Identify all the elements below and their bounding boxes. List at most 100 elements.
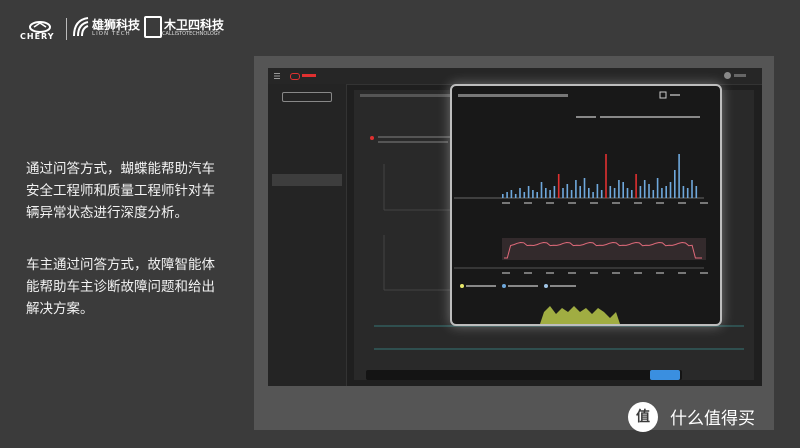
chat-input[interactable] <box>366 370 682 380</box>
lion-tech-logo-icon <box>73 17 89 37</box>
new-chat-button[interactable] <box>282 92 332 102</box>
watermark-text: 什么值得买 <box>670 409 755 429</box>
bar <box>648 184 650 198</box>
logo-divider <box>66 18 67 40</box>
bar <box>626 188 629 198</box>
bar-chart <box>454 154 704 199</box>
description-paragraph-1: 通过问答方式，蝴蝶能帮助汽车安全工程师和质量工程师针对车辆异常状态进行深度分析。 <box>26 161 215 221</box>
bar <box>514 194 517 198</box>
bar <box>596 184 599 198</box>
save-label-placeholder <box>670 94 680 96</box>
bar <box>588 188 590 198</box>
tick-label-placeholder <box>590 272 598 274</box>
tick-label-placeholder <box>634 202 642 204</box>
alert-icon <box>370 136 374 140</box>
app-logo-icon <box>290 73 300 80</box>
bar <box>506 192 508 198</box>
tick-label-placeholder <box>678 202 686 204</box>
callisto-name-en: CALLISTOTECHNOLOGY <box>162 31 221 37</box>
sidebar-item-4[interactable] <box>272 158 342 170</box>
tick-label-placeholder <box>700 202 708 204</box>
tick-label-placeholder <box>678 272 686 274</box>
legend-label-2 <box>508 285 538 287</box>
tick-label-placeholder <box>524 202 532 204</box>
bar <box>510 190 513 198</box>
tick-label-placeholder <box>524 272 532 274</box>
tick-label-placeholder <box>656 202 664 204</box>
tick-label-placeholder <box>568 272 576 274</box>
bar <box>609 186 612 198</box>
bar <box>605 154 607 198</box>
bar <box>570 190 573 198</box>
bar <box>691 180 693 198</box>
avatar[interactable] <box>724 72 731 79</box>
analysis-popup <box>450 84 722 326</box>
callisto-logo-icon <box>144 16 162 38</box>
tick-label-placeholder <box>612 202 620 204</box>
bar <box>557 174 560 198</box>
bar <box>682 186 685 198</box>
tick-label-placeholder <box>590 202 598 204</box>
bar <box>583 178 586 198</box>
tick-label-placeholder <box>612 272 620 274</box>
bar <box>540 182 543 198</box>
legend-marker-2 <box>502 284 506 288</box>
bar <box>665 186 667 198</box>
bar <box>643 180 646 198</box>
user-name-placeholder <box>734 74 746 77</box>
bar <box>553 186 556 198</box>
bar <box>639 186 642 198</box>
legend-label-1 <box>466 285 496 287</box>
save-icon <box>659 91 667 99</box>
chery-logo-text: CHERY <box>20 32 55 41</box>
menu-icon[interactable] <box>274 73 280 79</box>
tick-label-placeholder <box>634 272 642 274</box>
bar <box>532 190 534 198</box>
sidebar-item-5[interactable] <box>272 174 342 186</box>
sidebar-item-2[interactable] <box>272 122 342 134</box>
bg-timeline-2 <box>374 348 744 350</box>
bar <box>686 188 689 198</box>
bar <box>502 194 504 198</box>
bar <box>622 182 624 198</box>
tick-label-placeholder <box>502 272 510 274</box>
legend-marker-1 <box>460 284 464 288</box>
bar <box>661 188 663 198</box>
chat-question-placeholder <box>360 94 450 97</box>
bar <box>669 182 672 198</box>
description-paragraph-2: 车主通过问答方式，故障智能体能帮助车主诊断故障问题和给出解决方案。 <box>26 257 215 317</box>
bar <box>613 188 616 198</box>
bar <box>674 170 676 198</box>
legend-label-3 <box>550 285 576 287</box>
legend-marker-3 <box>544 284 548 288</box>
analysis-popup-graphics <box>454 91 708 324</box>
bar <box>631 190 633 198</box>
area-series <box>540 306 620 324</box>
send-button[interactable] <box>650 370 680 380</box>
filter-label-placeholder <box>576 116 596 118</box>
popup-title-placeholder <box>458 94 568 97</box>
bar <box>575 180 577 198</box>
bar <box>652 190 655 198</box>
app-title-placeholder <box>302 74 316 77</box>
watermark-icon: 值 <box>628 402 658 432</box>
sidebar-item-3[interactable] <box>272 140 342 152</box>
bg-chart-1 <box>383 164 454 211</box>
sidebar <box>268 84 347 386</box>
bar <box>678 154 680 198</box>
answer-text-placeholder-2 <box>378 141 448 143</box>
sidebar-item-1[interactable] <box>272 104 342 116</box>
tick-label-placeholder <box>546 202 554 204</box>
lion-tech-name-en: LION TECH <box>92 31 131 37</box>
bar <box>566 184 569 198</box>
bar <box>579 186 581 198</box>
bar <box>656 178 659 198</box>
tick-label-placeholder <box>546 272 554 274</box>
app-topbar <box>268 68 762 85</box>
line-chart-band <box>502 238 706 260</box>
bar <box>545 188 547 198</box>
bar <box>695 186 698 198</box>
bar <box>635 174 637 198</box>
tick-label-placeholder <box>502 202 510 204</box>
bar <box>536 192 538 198</box>
